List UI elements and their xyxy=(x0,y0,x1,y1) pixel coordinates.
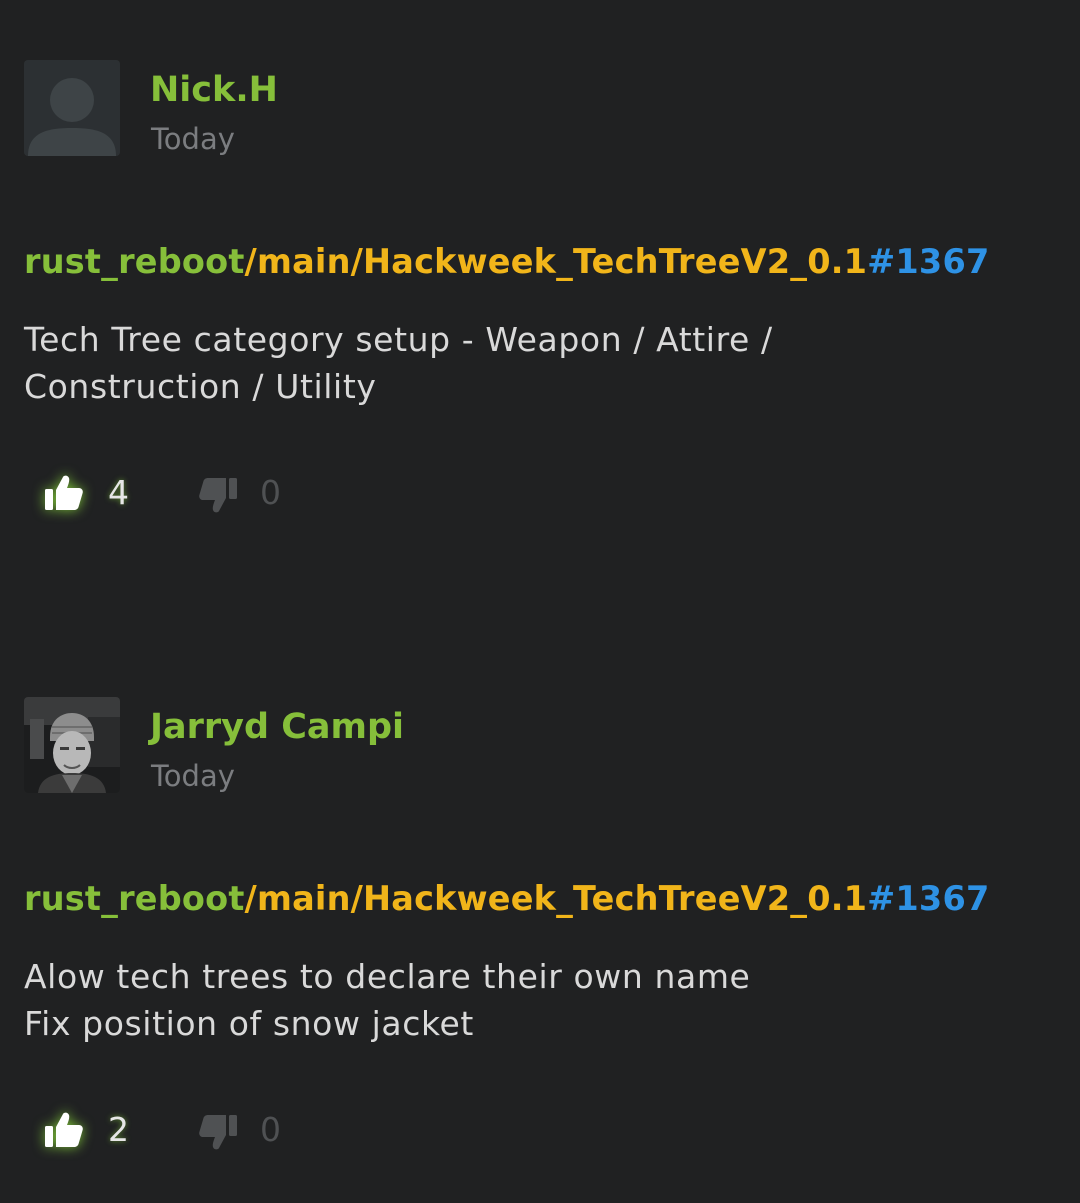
photo-avatar-icon[interactable] xyxy=(24,697,120,793)
commit-time: Today xyxy=(151,759,235,793)
commit-message-line: Tech Tree category setup - Weapon / Atti… xyxy=(24,320,773,359)
commit-message: Tech Tree category setup - Weapon / Atti… xyxy=(24,316,1054,410)
default-avatar-icon[interactable] xyxy=(24,60,120,156)
repo-name[interactable]: rust_reboot xyxy=(24,242,245,281)
thumbs-down-icon[interactable] xyxy=(198,1113,238,1151)
author-name[interactable]: Nick.H xyxy=(150,68,278,112)
commit-message-line: Construction / Utility xyxy=(24,367,377,406)
upvote-count: 4 xyxy=(108,473,129,512)
commit-message-line: Fix position of snow jacket xyxy=(24,1004,474,1043)
commit-message: Alow tech trees to declare their own nam… xyxy=(24,953,1054,1047)
commit-card: Nick.H Today rust_reboot/main/Hackweek_T… xyxy=(24,60,1080,513)
commit-card: Jarryd Campi Today rust_reboot/main/Hack… xyxy=(24,697,1080,1150)
downvote-count: 0 xyxy=(260,473,281,512)
changelist-number[interactable]: #1367 xyxy=(867,242,989,281)
commit-time: Today xyxy=(151,122,235,156)
author-name[interactable]: Jarryd Campi xyxy=(150,705,404,749)
vote-bar: 4 0 xyxy=(44,468,364,518)
vote-bar: 2 0 xyxy=(44,1105,364,1155)
repo-name[interactable]: rust_reboot xyxy=(24,879,245,918)
downvote-count: 0 xyxy=(260,1110,281,1149)
upvote-count: 2 xyxy=(108,1110,129,1149)
thumbs-up-icon[interactable] xyxy=(44,474,84,512)
thumbs-down-icon[interactable] xyxy=(198,476,238,514)
branch-path[interactable]: rust_reboot/main/Hackweek_TechTreeV2_0.1… xyxy=(24,875,1080,923)
branch-name[interactable]: /main/Hackweek_TechTreeV2_0.1 xyxy=(245,879,868,918)
commit-author-row: Nick.H Today xyxy=(24,60,1080,158)
branch-name[interactable]: /main/Hackweek_TechTreeV2_0.1 xyxy=(245,242,868,281)
thumbs-up-icon[interactable] xyxy=(44,1111,84,1149)
commit-message-line: Alow tech trees to declare their own nam… xyxy=(24,957,751,996)
changelist-number[interactable]: #1367 xyxy=(867,879,989,918)
branch-path[interactable]: rust_reboot/main/Hackweek_TechTreeV2_0.1… xyxy=(24,238,1080,286)
commit-author-row: Jarryd Campi Today xyxy=(24,697,1080,795)
